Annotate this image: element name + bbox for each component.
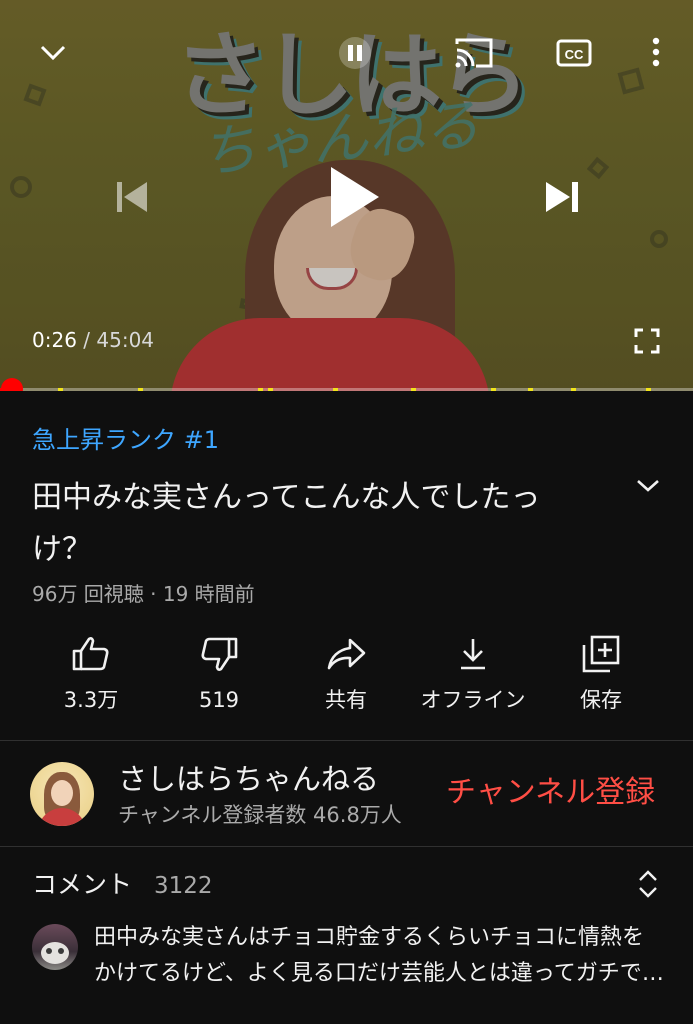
chevron-down-icon[interactable] — [32, 34, 74, 72]
save-button[interactable]: 保存 — [536, 630, 666, 720]
download-icon — [408, 632, 538, 676]
ad-marker — [268, 388, 273, 391]
skip-next-icon[interactable] — [538, 174, 586, 220]
ad-marker — [58, 388, 63, 391]
time-separator: / — [76, 328, 97, 352]
ad-marker — [528, 388, 533, 391]
expand-description-icon[interactable] — [628, 468, 668, 504]
like-count: 3.3万 — [63, 688, 119, 712]
commenter-avatar-eye — [58, 948, 64, 954]
trending-badge[interactable]: 急上昇ランク #1 — [32, 424, 219, 456]
share-button[interactable]: 共有 — [281, 630, 411, 720]
ad-marker — [646, 388, 651, 391]
commenter-avatar-eye — [46, 948, 52, 954]
channel-name[interactable]: さしはらちゃんねる — [118, 760, 379, 798]
ad-marker — [333, 388, 338, 391]
commenter-avatar-shape — [41, 942, 69, 964]
dislike-button[interactable]: 519 — [154, 630, 284, 720]
divider — [0, 846, 693, 847]
expand-comments-icon[interactable] — [628, 862, 668, 906]
more-vert-icon[interactable] — [640, 32, 672, 72]
progress-bar[interactable] — [0, 388, 693, 391]
video-meta: 96万 回視聴 · 19 時間前 — [32, 582, 255, 606]
playback-time: 0:26 / 45:04 — [32, 326, 154, 354]
comments-count: 3122 — [154, 873, 213, 899]
download-label: オフライン — [420, 688, 526, 712]
thumb-down-icon — [154, 632, 284, 676]
cc-icon[interactable]: CC — [554, 34, 594, 72]
download-button[interactable]: オフライン — [408, 630, 538, 720]
video-title[interactable]: 田中みな実さんってこんな人でしたっけ？ — [32, 472, 592, 576]
current-time: 0:26 — [32, 328, 77, 352]
svg-text:CC: CC — [565, 47, 584, 62]
ad-marker — [138, 388, 143, 391]
play-icon[interactable] — [316, 160, 390, 234]
share-label: 共有 — [325, 688, 367, 712]
channel-avatar[interactable] — [30, 762, 94, 826]
action-bar: 3.3万 519 共有 オフライン 保存 — [20, 630, 680, 720]
subscribe-button[interactable]: チャンネル登録 — [446, 772, 655, 814]
ad-marker — [411, 388, 416, 391]
comments-title[interactable]: コメント — [32, 868, 132, 902]
pause-icon[interactable] — [338, 34, 372, 72]
save-label: 保存 — [580, 688, 622, 712]
ad-marker — [491, 388, 496, 391]
like-button[interactable]: 3.3万 — [26, 630, 156, 720]
add-to-playlist-icon — [536, 632, 666, 676]
channel-subscriber-count: チャンネル登録者数 46.8万人 — [118, 803, 402, 827]
avatar-face — [51, 780, 73, 806]
ad-marker — [258, 388, 263, 391]
thumb-up-icon — [26, 632, 156, 676]
share-icon — [281, 632, 411, 676]
skip-previous-icon[interactable] — [110, 174, 154, 220]
divider — [0, 740, 693, 741]
video-player[interactable]: さしはら ちゃんねる CC 0:26 / 45:04 — [0, 0, 693, 391]
cast-icon[interactable] — [452, 34, 496, 72]
dislike-count: 519 — [198, 688, 240, 712]
fullscreen-icon[interactable] — [628, 324, 666, 358]
commenter-avatar[interactable] — [32, 924, 78, 970]
comment-text[interactable]: 田中みな実さんはチョコ貯金するくらいチョコに情熱をかけてるけど、よく見る口だけ芸… — [94, 920, 664, 992]
ad-marker — [571, 388, 576, 391]
duration: 45:04 — [96, 328, 155, 352]
